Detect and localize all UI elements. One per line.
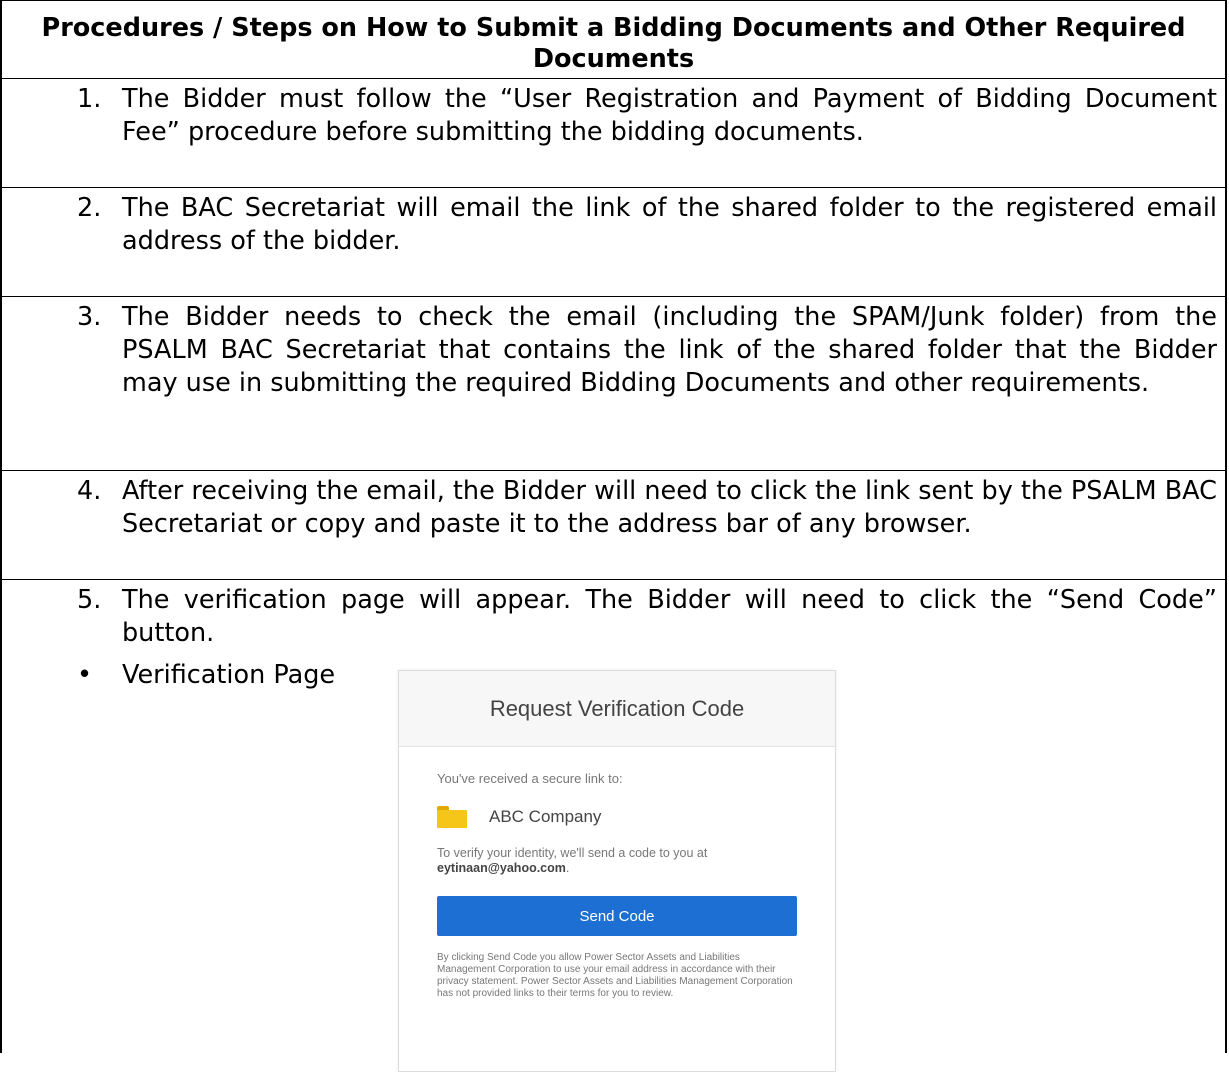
card-title: Request Verification Code xyxy=(399,671,835,747)
step-text: The Bidder must follow the “User Registr… xyxy=(122,84,1217,147)
email-address: eytinaan@yahoo.com xyxy=(437,861,566,875)
step-row-1: 1. The Bidder must follow the “User Regi… xyxy=(2,79,1225,188)
step-text: The BAC Secretariat will email the link … xyxy=(122,193,1217,256)
bullet-symbol: • xyxy=(77,660,93,690)
header-title: Procedures / Steps on How to Submit a Bi… xyxy=(41,13,1186,74)
step-row-2: 2. The BAC Secretariat will email the li… xyxy=(2,188,1225,297)
verify-suffix: . xyxy=(565,861,570,875)
table-header: Procedures / Steps on How to Submit a Bi… xyxy=(2,0,1225,79)
bullet-label: Verification Page xyxy=(122,660,336,690)
step-number: 5. xyxy=(77,585,102,615)
send-code-button[interactable]: Send Code xyxy=(437,896,797,936)
step-number: 2. xyxy=(77,193,102,223)
verify-text: To verify your identity, we'll send a co… xyxy=(437,846,797,876)
folder-name: ABC Company xyxy=(489,807,602,826)
shared-folder: ABC Company xyxy=(437,806,797,828)
step-text: The Bidder needs to check the email (inc… xyxy=(122,302,1217,398)
step-number: 3. xyxy=(77,302,102,332)
step-row-4: 4. After receiving the email, the Bidder… xyxy=(2,471,1225,580)
step-row-3: 3. The Bidder needs to check the email (… xyxy=(2,297,1225,471)
consent-text: By clicking Send Code you allow Power Se… xyxy=(437,952,793,999)
step-number: 4. xyxy=(77,476,102,506)
card-body: You've received a secure link to: ABC Co… xyxy=(399,771,835,1000)
received-text: You've received a secure link to: xyxy=(437,771,623,786)
verification-card: Request Verification Code You've receive… xyxy=(398,670,836,1072)
step-number: 1. xyxy=(77,84,102,114)
folder-icon xyxy=(437,806,467,828)
step-text: The verification page will appear. The B… xyxy=(122,585,1217,648)
verify-prefix: To verify your identity, we'll send a co… xyxy=(437,846,708,860)
step-text: After receiving the email, the Bidder wi… xyxy=(122,476,1217,539)
bullet-item: • Verification Page xyxy=(77,659,335,692)
